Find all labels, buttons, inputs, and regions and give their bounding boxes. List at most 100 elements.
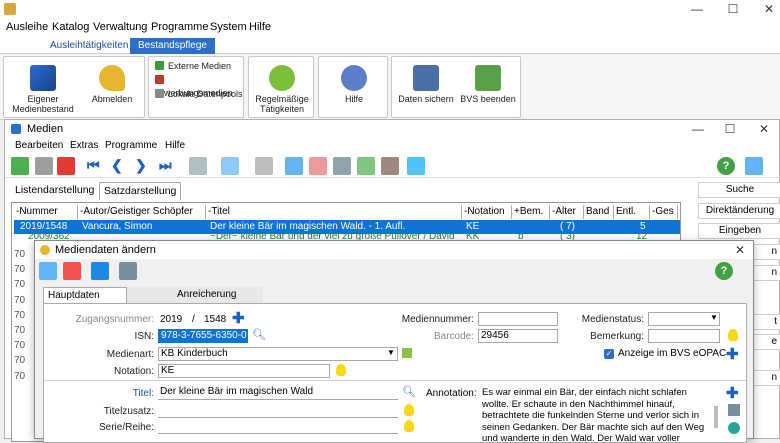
eingeben-button[interactable]: Eingeben — [698, 223, 780, 239]
menu-programme[interactable]: Programme — [151, 21, 208, 33]
menu-ausleihe[interactable]: Ausleihe — [6, 21, 48, 33]
erwerbungsmedien-button[interactable]: Erwerbungsmedien — [155, 74, 243, 98]
calendar-12-icon[interactable] — [63, 262, 81, 280]
dialog-help-icon[interactable]: ? — [715, 262, 733, 280]
first-record-icon[interactable]: ⏮ — [87, 157, 105, 175]
hilfe-button[interactable]: Hilfe — [323, 65, 385, 104]
prev-record-icon[interactable]: ❮ — [111, 157, 129, 175]
daten-sichern-button[interactable]: Daten sichern — [396, 65, 456, 104]
cart-icon — [155, 75, 164, 84]
dialog-form: Zugangsnummer: 2019 / 1548 ✚ ISN: 978-3-… — [43, 303, 748, 443]
books-small-icon[interactable] — [407, 157, 425, 175]
externe-medien-button[interactable]: Externe Medien — [155, 60, 231, 73]
layout-icon[interactable] — [745, 157, 763, 175]
export-icon[interactable] — [381, 157, 399, 175]
annotation-textarea[interactable]: Es war einmal ein Bär, der einfach nicht… — [482, 387, 714, 443]
delete-icon[interactable] — [57, 157, 75, 175]
menu-hilfe-medien[interactable]: Hilfe — [165, 140, 185, 151]
chart-icon[interactable] — [309, 157, 327, 175]
menu-system[interactable]: System — [210, 21, 247, 33]
tab-unnamed[interactable] — [127, 287, 167, 303]
medien-close-button[interactable]: ✕ — [757, 122, 771, 136]
calendar-icon[interactable] — [285, 157, 303, 175]
edit-icon[interactable] — [35, 157, 53, 175]
medien-menubar: Bearbeiten Extras Programme Hilfe — [5, 138, 779, 154]
close-button[interactable]: ✕ — [762, 2, 776, 16]
serie-reihe-input[interactable] — [158, 420, 398, 434]
dialog-close-button[interactable]: ✕ — [733, 243, 747, 257]
annotation-add-icon[interactable]: ✚ — [726, 384, 739, 402]
col-titel[interactable]: -Titel — [206, 205, 462, 219]
medienstatus-chevron-icon[interactable]: ▼ — [710, 313, 718, 322]
minimize-button[interactable]: — — [690, 2, 704, 16]
annotation-scrollbar[interactable] — [714, 406, 718, 428]
direktaenderung-button[interactable]: Direktänderung — [698, 203, 780, 219]
col-entl[interactable]: Entl. — [614, 205, 650, 219]
book-arrow-icon[interactable] — [91, 262, 109, 280]
help-icon[interactable]: ? — [717, 157, 735, 175]
barcode-input[interactable]: 29456 — [478, 329, 558, 343]
col-nummer[interactable]: -Nummer — [14, 205, 78, 219]
stack-icon[interactable] — [333, 157, 351, 175]
tab-satzdarstellung[interactable]: Satzdarstellung — [99, 182, 182, 200]
grid-add-icon[interactable] — [402, 348, 412, 358]
medien-maximize-button[interactable]: ☐ — [723, 122, 737, 136]
print-icon[interactable] — [255, 157, 273, 175]
suche-button[interactable]: Suche — [698, 182, 780, 198]
stack-save-icon[interactable] — [119, 262, 137, 280]
tab-listendarstellung[interactable]: Listendarstellung — [11, 182, 99, 200]
cell-entl: 5 — [640, 221, 646, 232]
col-notation[interactable]: -Notation — [462, 205, 512, 219]
abmelden-button[interactable]: Abmelden — [84, 65, 140, 104]
annotation-edit-icon[interactable] — [728, 404, 740, 416]
maximize-button[interactable]: ☐ — [726, 2, 740, 16]
titel-input[interactable]: Der kleine Bär im magischen Wald — [158, 386, 398, 400]
lokale-datenpools-button[interactable]: Lokale Datenpools — [155, 88, 243, 101]
menu-hilfe[interactable]: Hilfe — [249, 21, 271, 33]
last-record-icon[interactable]: ⏭ — [159, 157, 177, 175]
mediennummer-input[interactable] — [478, 312, 558, 326]
isn-input[interactable]: 978-3-7655-6350-0 — [158, 329, 248, 343]
col-band[interactable]: Band — [584, 205, 614, 219]
bemerkung-lightbulb-icon[interactable] — [728, 329, 738, 341]
tab-bestandspflege[interactable]: Bestandspflege — [130, 38, 215, 54]
menu-katalog[interactable]: Katalog — [52, 21, 89, 33]
col-alter[interactable]: -Alter — [550, 205, 584, 219]
notation-input[interactable]: KE — [158, 364, 330, 378]
regelmaessige-taetigkeiten-button[interactable]: Regelmäßige Tätigkeiten — [251, 65, 313, 114]
serie-lightbulb-icon[interactable] — [404, 420, 414, 432]
bemerkung-input[interactable] — [648, 329, 720, 343]
menu-bearbeiten[interactable]: Bearbeiten — [15, 140, 63, 151]
lightbulb-icon[interactable] — [336, 364, 346, 376]
search-icon[interactable]: 🔍︎ — [252, 328, 266, 341]
titel-search-icon[interactable]: 🔍︎ — [402, 385, 416, 398]
opac-add-icon[interactable]: ✚ — [726, 345, 739, 363]
menu-programme-medien[interactable]: Programme — [105, 140, 157, 151]
col-ges[interactable]: -Ges — [650, 205, 678, 219]
sort-az-icon[interactable] — [221, 157, 239, 175]
chevron-down-icon[interactable]: ▼ — [387, 348, 395, 357]
ribbon-group-medien: Externe Medien Erwerbungsmedien Lokale D… — [148, 56, 244, 118]
col-bem[interactable]: +Bem. — [512, 205, 550, 219]
import-icon[interactable] — [357, 157, 375, 175]
tab-hauptdaten[interactable]: Hauptdaten — [43, 287, 127, 303]
next-record-icon[interactable]: ❯ — [135, 157, 153, 175]
col-autor[interactable]: -Autor/Geistiger Schöpfer — [78, 205, 206, 219]
titelzusatz-input[interactable] — [158, 404, 398, 418]
medien-minimize-button[interactable]: — — [691, 122, 705, 136]
annotation-globe-icon[interactable] — [728, 422, 740, 434]
new-record-icon[interactable] — [11, 157, 29, 175]
add-plus-icon[interactable]: ✚ — [232, 309, 245, 327]
grid-view-icon[interactable] — [39, 262, 57, 280]
tab-anreicherung[interactable]: Anreicherung — [167, 287, 263, 303]
eigener-medienbestand-button[interactable]: Eigener Medienbestand — [8, 65, 78, 114]
opac-checkbox[interactable]: ✓ — [604, 349, 614, 359]
tab-ausleihtaetigkeiten[interactable]: Ausleihtätigkeiten — [42, 38, 136, 54]
search-dropdown-icon[interactable] — [189, 157, 207, 175]
menu-extras[interactable]: Extras — [70, 140, 98, 151]
titelzusatz-lightbulb-icon[interactable] — [404, 404, 414, 416]
bvs-beenden-button[interactable]: BVS beenden — [458, 65, 518, 104]
menu-verwaltung[interactable]: Verwaltung — [93, 21, 147, 33]
table-row-selected[interactable]: 2019/1548 Vancura, Simon Der kleine Bär … — [14, 220, 680, 234]
medienart-select[interactable]: KB Kinderbuch — [158, 347, 398, 361]
